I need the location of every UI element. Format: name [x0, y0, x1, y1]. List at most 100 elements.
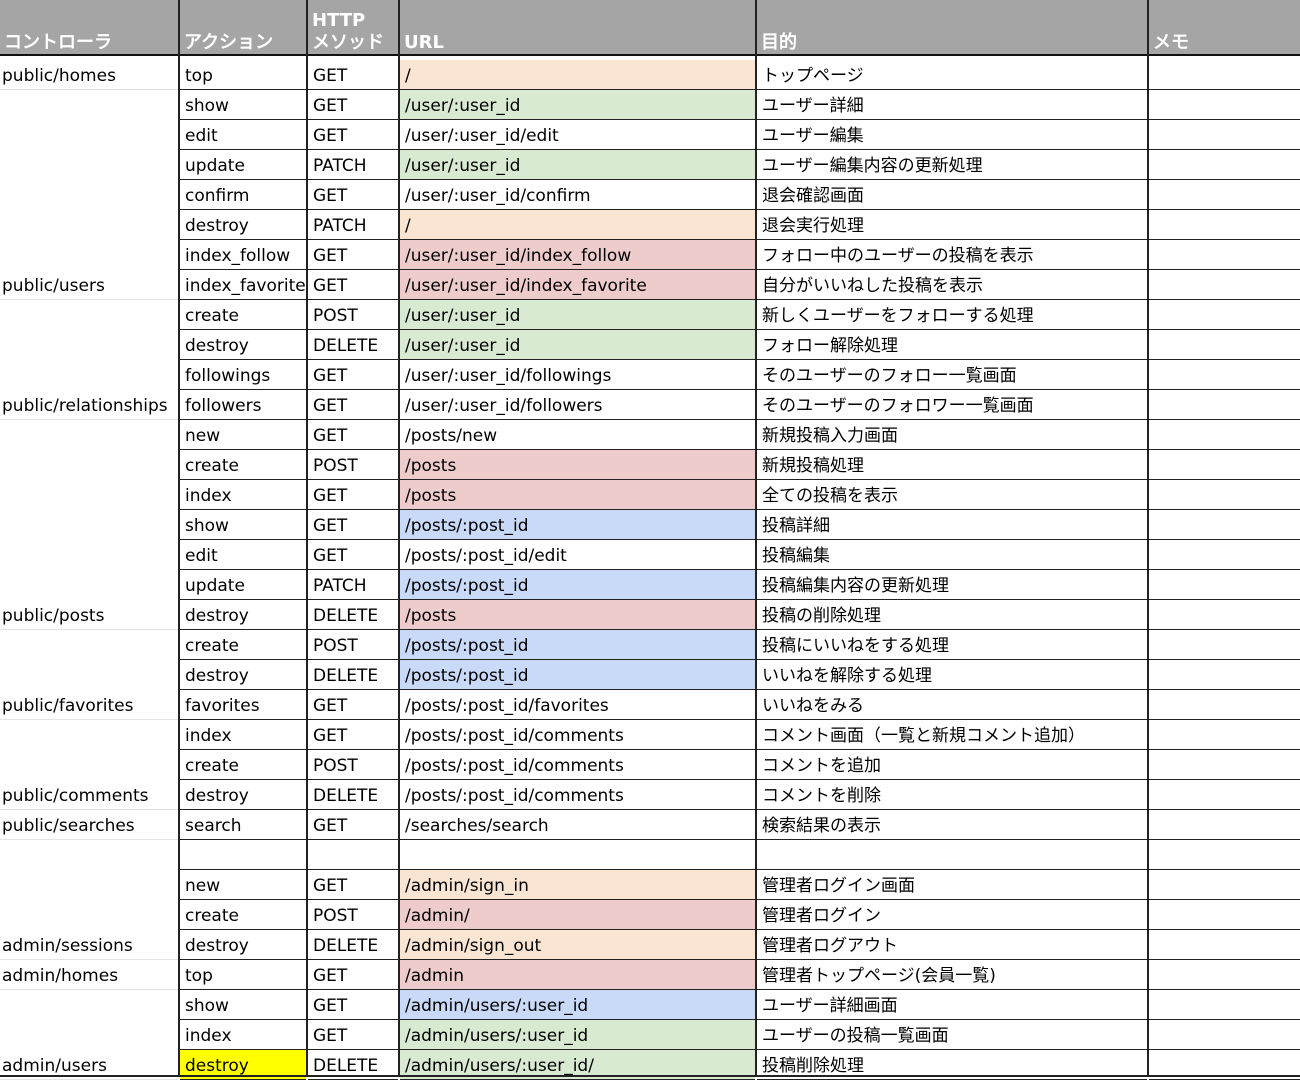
header-controller[interactable]: コントローラ	[0, 0, 180, 56]
cell-url[interactable]: /admin	[400, 960, 755, 990]
cell-method[interactable]: POST	[308, 900, 398, 930]
cell-method[interactable]: DELETE	[308, 660, 398, 690]
cell-controller[interactable]: public/posts	[0, 600, 178, 630]
cell-url[interactable]: /posts/new	[400, 420, 755, 450]
cell-controller[interactable]	[0, 240, 178, 270]
cell-purpose[interactable]: ユーザー詳細画面	[757, 990, 1147, 1020]
cell-url[interactable]: /admin/users/:user_id	[400, 990, 755, 1020]
cell-purpose[interactable]: フォロー中のユーザーの投稿を表示	[757, 240, 1147, 270]
cell-purpose[interactable]: 退会実行処理	[757, 210, 1147, 240]
cell-action[interactable]: top	[180, 960, 306, 990]
cell-action[interactable]	[180, 840, 306, 870]
cell-memo[interactable]	[1149, 330, 1300, 360]
cell-memo[interactable]	[1149, 750, 1300, 780]
cell-method[interactable]: GET	[308, 510, 398, 540]
cell-purpose[interactable]: 全ての投稿を表示	[757, 480, 1147, 510]
cell-controller[interactable]	[0, 330, 178, 360]
cell-purpose[interactable]	[757, 840, 1147, 870]
cell-purpose[interactable]: コメント画面（一覧と新規コメント追加）	[757, 720, 1147, 750]
cell-controller[interactable]: public/comments	[0, 780, 178, 810]
cell-method[interactable]: GET	[308, 420, 398, 450]
cell-url[interactable]	[400, 840, 755, 870]
cell-action[interactable]: confirm	[180, 180, 306, 210]
cell-controller[interactable]: admin/sessions	[0, 930, 178, 960]
cell-memo[interactable]	[1149, 360, 1300, 390]
cell-method[interactable]: POST	[308, 300, 398, 330]
cell-purpose[interactable]: コメントを追加	[757, 750, 1147, 780]
cell-url[interactable]: /admin/users/:user_id	[400, 1020, 755, 1050]
cell-purpose[interactable]: そのユーザーのフォロー一覧画面	[757, 360, 1147, 390]
cell-purpose[interactable]: コメントを削除	[757, 780, 1147, 810]
cell-purpose[interactable]: 管理者ログイン画面	[757, 870, 1147, 900]
cell-purpose[interactable]: 自分がいいねした投稿を表示	[757, 270, 1147, 300]
cell-action[interactable]: destroy	[180, 930, 306, 960]
cell-url[interactable]: /	[400, 60, 755, 90]
cell-url[interactable]: /admin/	[400, 900, 755, 930]
cell-memo[interactable]	[1149, 120, 1300, 150]
cell-method[interactable]: GET	[308, 720, 398, 750]
cell-url[interactable]: /user/:user_id	[400, 330, 755, 360]
cell-memo[interactable]	[1149, 540, 1300, 570]
cell-action[interactable]: destroy	[180, 210, 306, 240]
cell-method[interactable]: GET	[308, 690, 398, 720]
cell-url[interactable]: /user/:user_id	[400, 150, 755, 180]
cell-controller[interactable]	[0, 990, 178, 1020]
cell-action[interactable]: edit	[180, 120, 306, 150]
cell-controller[interactable]: public/users	[0, 270, 178, 300]
cell-controller[interactable]	[0, 720, 178, 750]
cell-url[interactable]: /posts/:post_id	[400, 630, 755, 660]
cell-purpose[interactable]: トップページ	[757, 60, 1147, 90]
cell-purpose[interactable]: 検索結果の表示	[757, 810, 1147, 840]
cell-memo[interactable]	[1149, 510, 1300, 540]
cell-purpose[interactable]: 投稿詳細	[757, 510, 1147, 540]
cell-url[interactable]: /user/:user_id/edit	[400, 120, 755, 150]
cell-controller[interactable]: public/relationships	[0, 390, 178, 420]
cell-controller[interactable]	[0, 120, 178, 150]
cell-action[interactable]: destroy	[180, 330, 306, 360]
cell-method[interactable]: GET	[308, 60, 398, 90]
cell-controller[interactable]: admin/homes	[0, 960, 178, 990]
cell-action[interactable]: create	[180, 900, 306, 930]
header-action[interactable]: アクション	[180, 0, 308, 56]
cell-method[interactable]: GET	[308, 480, 398, 510]
cell-url[interactable]: /admin/sign_out	[400, 930, 755, 960]
cell-url[interactable]: /posts/:post_id	[400, 510, 755, 540]
cell-purpose[interactable]: ユーザー編集内容の更新処理	[757, 150, 1147, 180]
cell-purpose[interactable]: ユーザー詳細	[757, 90, 1147, 120]
cell-memo[interactable]	[1149, 900, 1300, 930]
cell-purpose[interactable]: 投稿の削除処理	[757, 600, 1147, 630]
cell-action[interactable]: create	[180, 450, 306, 480]
cell-memo[interactable]	[1149, 570, 1300, 600]
cell-memo[interactable]	[1149, 270, 1300, 300]
cell-action[interactable]: index	[180, 1020, 306, 1050]
cell-method[interactable]	[308, 840, 398, 870]
cell-action[interactable]: search	[180, 810, 306, 840]
cell-action[interactable]: update	[180, 150, 306, 180]
cell-url[interactable]: /posts/:post_id/edit	[400, 540, 755, 570]
cell-purpose[interactable]: 新規投稿処理	[757, 450, 1147, 480]
cell-method[interactable]: GET	[308, 90, 398, 120]
cell-method[interactable]: GET	[308, 180, 398, 210]
cell-purpose[interactable]: フォロー解除処理	[757, 330, 1147, 360]
cell-method[interactable]: POST	[308, 750, 398, 780]
cell-controller[interactable]	[0, 900, 178, 930]
cell-url[interactable]: /posts/:post_id/comments	[400, 780, 755, 810]
cell-purpose[interactable]: ユーザー編集	[757, 120, 1147, 150]
cell-memo[interactable]	[1149, 600, 1300, 630]
cell-url[interactable]: /posts/:post_id/comments	[400, 720, 755, 750]
cell-purpose[interactable]: いいねをみる	[757, 690, 1147, 720]
cell-method[interactable]: GET	[308, 390, 398, 420]
cell-action[interactable]: create	[180, 750, 306, 780]
cell-controller[interactable]	[0, 360, 178, 390]
cell-action[interactable]: update	[180, 570, 306, 600]
cell-controller[interactable]	[0, 180, 178, 210]
cell-controller[interactable]	[0, 570, 178, 600]
cell-purpose[interactable]: 管理者トップページ(会員一覧)	[757, 960, 1147, 990]
cell-memo[interactable]	[1149, 240, 1300, 270]
cell-action[interactable]: favorites	[180, 690, 306, 720]
cell-action[interactable]: index_favorite	[180, 270, 306, 300]
cell-method[interactable]: GET	[308, 360, 398, 390]
header-method[interactable]: HTTP メソッド	[308, 0, 400, 56]
cell-action[interactable]: destroy	[180, 780, 306, 810]
cell-url[interactable]: /user/:user_id/followers	[400, 390, 755, 420]
